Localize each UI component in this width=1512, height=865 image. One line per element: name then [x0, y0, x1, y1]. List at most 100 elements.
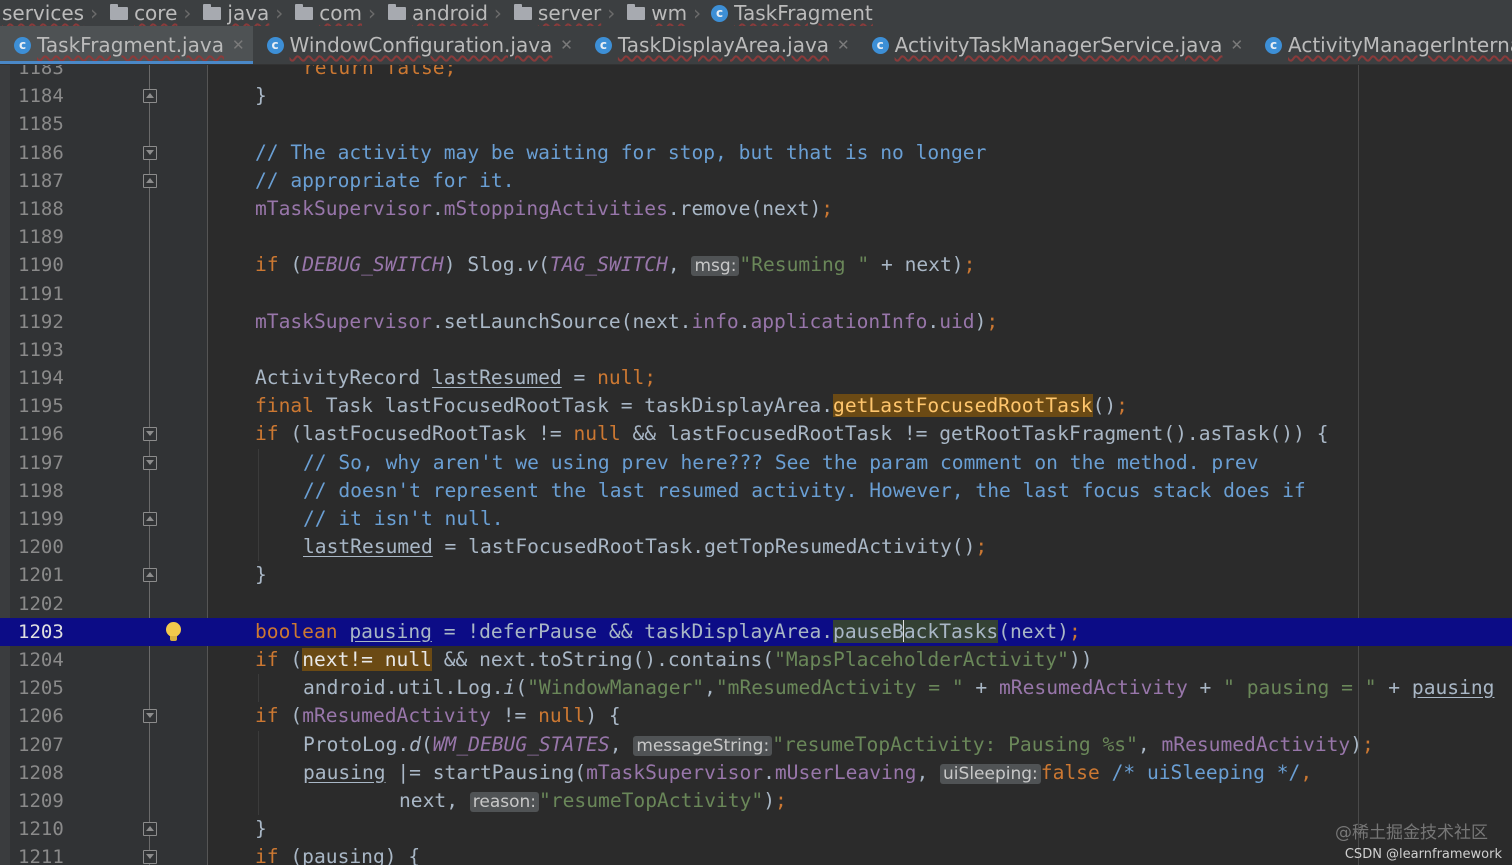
code-line[interactable]: 1188 mTaskSupervisor.mStoppingActivities… — [0, 195, 1512, 223]
fold-open-icon[interactable] — [143, 709, 157, 724]
code-line[interactable]: 1193 — [0, 336, 1512, 364]
code-lines: 1183 return false; 1184 } 1185 1186 // T… — [0, 65, 1512, 865]
code-line[interactable]: 1192 mTaskSupervisor.setLaunchSource(nex… — [0, 308, 1512, 336]
line-number: 1201 — [18, 564, 64, 587]
code-line[interactable]: 1209 next, reason: "resumeTopActivity"); — [0, 786, 1512, 816]
breadcrumb-item-taskfragment[interactable]: c TaskFragment — [705, 1, 873, 25]
code-line[interactable]: 1200 lastResumed = lastFocusedRootTask.g… — [0, 533, 1512, 562]
breadcrumb-label: server — [537, 1, 602, 25]
close-icon[interactable]: ✕ — [837, 36, 850, 54]
line-number: 1185 — [18, 113, 64, 136]
line-number: 1190 — [18, 254, 64, 277]
code-line[interactable]: 1201 } — [0, 561, 1512, 589]
fold-close-icon[interactable] — [143, 173, 157, 188]
breadcrumb-label: TaskFragment — [734, 1, 873, 25]
code-line[interactable]: 1211 if (pausing) { — [0, 843, 1512, 865]
line-number: 1188 — [18, 197, 64, 220]
breadcrumb-item-core[interactable]: core — [102, 1, 177, 25]
folder-icon — [627, 3, 646, 20]
parameter-hint: msg: — [691, 256, 740, 277]
code-line[interactable]: 1187 // appropriate for it. — [0, 167, 1512, 195]
fold-open-icon[interactable] — [143, 455, 157, 470]
editor-tab-bar: c TaskFragment.java ✕ c WindowConfigurat… — [0, 26, 1512, 65]
code-line[interactable]: 1202 — [0, 590, 1512, 618]
code-line[interactable]: 1183 return false; — [0, 65, 1512, 82]
code-text: next, reason: "resumeTopActivity"); — [399, 788, 787, 812]
fold-close-icon[interactable] — [143, 822, 157, 837]
line-number: 1207 — [18, 733, 64, 756]
chevron-right-icon: › — [275, 1, 284, 25]
tab-taskdisplayarea[interactable]: c TaskDisplayArea.java ✕ — [581, 26, 858, 64]
line-number: 1192 — [18, 310, 64, 333]
code-line[interactable]: 1198 // doesn't represent the last resum… — [0, 476, 1512, 505]
code-line[interactable]: 1191 — [0, 280, 1512, 308]
close-icon[interactable]: ✕ — [1230, 36, 1243, 54]
breadcrumb-label: java — [227, 1, 270, 25]
folder-icon — [513, 3, 532, 20]
code-text: if (pausing) { — [255, 845, 421, 865]
code-editor[interactable]: 1183 return false; 1184 } 1185 1186 // T… — [0, 65, 1512, 865]
code-text: // it isn't null. — [303, 507, 504, 530]
parameter-hint: uiSleeping: — [940, 763, 1041, 784]
fold-close-icon[interactable] — [143, 89, 157, 104]
indent-guide — [258, 476, 259, 505]
tab-activitymanagerinternal[interactable]: c ActivityManagerInternal.java — [1251, 26, 1512, 64]
code-line[interactable]: 1186 // The activity may be waiting for … — [0, 139, 1512, 167]
folder-icon — [295, 3, 314, 20]
code-line[interactable]: 1205 android.util.Log.i("WindowManager",… — [0, 674, 1512, 703]
breadcrumb-item-com[interactable]: com — [287, 1, 362, 25]
breadcrumb-item-wm[interactable]: wm — [619, 1, 687, 25]
code-line[interactable]: 1189 — [0, 223, 1512, 251]
line-number: 1203 — [18, 620, 64, 643]
code-line[interactable]: 1199 // it isn't null. — [0, 505, 1512, 534]
code-line[interactable]: 1197 // So, why aren't we using prev her… — [0, 448, 1512, 477]
folder-icon — [110, 3, 129, 20]
line-number: 1198 — [18, 479, 64, 502]
line-number: 1184 — [18, 85, 64, 108]
line-number: 1199 — [18, 508, 64, 530]
code-text: // doesn't represent the last resumed ac… — [303, 478, 1306, 502]
code-line[interactable]: 1208 pausing |= startPausing(mTaskSuperv… — [0, 758, 1512, 787]
fold-close-icon[interactable] — [143, 568, 157, 583]
line-number: 1194 — [18, 367, 64, 390]
close-icon[interactable]: ✕ — [560, 36, 573, 54]
tab-windowconfiguration[interactable]: c WindowConfiguration.java ✕ — [253, 26, 581, 64]
fold-close-icon[interactable] — [143, 512, 157, 526]
tab-activitytaskmanagerservice[interactable]: c ActivityTaskManagerService.java ✕ — [858, 26, 1251, 64]
code-line[interactable]: 1190 if (DEBUG_SWITCH) Slog.v(TAG_SWITCH… — [0, 251, 1512, 279]
code-line[interactable]: 1207 ProtoLog.d(WM_DEBUG_STATES, message… — [0, 730, 1512, 759]
breadcrumb: services › core › java › com › android ›… — [0, 0, 1512, 26]
code-line[interactable]: 1194 ActivityRecord lastResumed = null; — [0, 364, 1512, 392]
folder-icon — [388, 3, 407, 20]
tab-taskfragment[interactable]: c TaskFragment.java ✕ — [0, 26, 253, 64]
breadcrumb-item-services[interactable]: services — [0, 1, 84, 25]
code-line[interactable]: 1196 if (lastFocusedRootTask != null && … — [0, 420, 1512, 448]
code-line[interactable]: 1204 if (next!= null && next.toString().… — [0, 646, 1512, 674]
watermark-text: @稀土掘金技术社区 — [1335, 823, 1488, 843]
code-line[interactable]: 1210 } — [0, 815, 1512, 843]
lightbulb-icon[interactable] — [166, 621, 181, 641]
current-code-line[interactable]: 1203 boolean pausing = !deferPause && ta… — [0, 617, 1512, 646]
breadcrumb-item-android[interactable]: android — [380, 1, 488, 25]
fold-open-icon[interactable] — [143, 850, 157, 865]
line-number: 1204 — [18, 648, 64, 671]
code-line[interactable]: 1206 if (mResumedActivity != null) { — [0, 702, 1512, 730]
code-text: mTaskSupervisor.setLaunchSource(next.inf… — [255, 309, 999, 333]
line-number: 1200 — [18, 536, 64, 559]
line-number: 1208 — [18, 761, 64, 784]
class-icon: c — [266, 36, 284, 54]
line-number: 1202 — [18, 592, 64, 615]
class-icon: c — [871, 36, 889, 54]
line-number: 1189 — [18, 226, 64, 249]
code-line[interactable]: 1185 — [0, 110, 1512, 138]
watermark-author: CSDN @learnframework — [1344, 847, 1502, 862]
fold-open-icon[interactable] — [143, 427, 157, 442]
close-icon[interactable]: ✕ — [232, 36, 245, 54]
breadcrumb-item-server[interactable]: server — [506, 1, 601, 25]
breadcrumb-item-java[interactable]: java — [195, 1, 269, 25]
code-line[interactable]: 1195 final Task lastFocusedRootTask = ta… — [0, 392, 1512, 420]
line-number: 1211 — [18, 846, 64, 865]
fold-open-icon[interactable] — [143, 145, 157, 160]
code-line[interactable]: 1184 } — [0, 82, 1512, 110]
tab-label: ActivityTaskManagerService.java — [894, 33, 1223, 57]
